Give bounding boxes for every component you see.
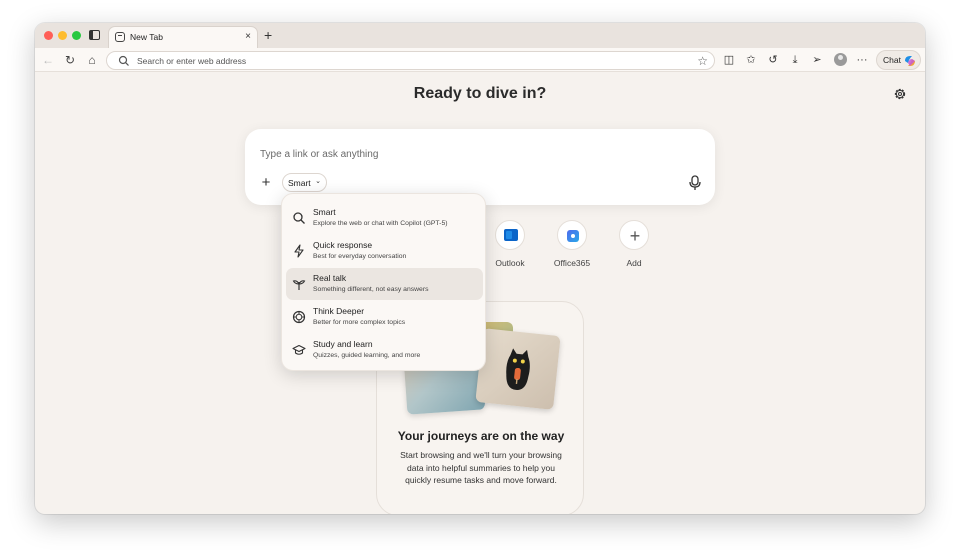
prompt-input[interactable]: Type a link or ask anything xyxy=(260,149,378,160)
copilot-icon xyxy=(905,56,915,66)
graduation-cap-icon xyxy=(292,344,306,355)
title-bar: New Tab × + xyxy=(35,23,925,48)
settings-gear-icon[interactable] xyxy=(893,87,907,101)
mode-option-real-talk[interactable]: Real talk Something different, not easy … xyxy=(286,268,483,300)
tab-title: New Tab xyxy=(130,32,163,42)
mode-option-desc: Quizzes, guided learning, and more xyxy=(313,352,421,359)
tab-new-tab[interactable]: New Tab × xyxy=(108,26,258,48)
zoom-window-button[interactable] xyxy=(72,31,81,40)
mode-select-button[interactable]: Smart ⌄ xyxy=(282,173,327,192)
browser-window: New Tab × + ← ↻ ⌂ Search or enter web ad… xyxy=(35,23,925,514)
microphone-icon[interactable] xyxy=(687,174,703,192)
journeys-title: Your journeys are on the way xyxy=(397,429,565,443)
shortcut-add-tile: + xyxy=(619,220,649,250)
mode-option-desc: Explore the web or chat with Copilot (GP… xyxy=(313,220,448,227)
back-icon[interactable]: ← xyxy=(40,52,56,68)
page-headline: Ready to dive in? xyxy=(413,85,547,102)
sidebar-toggle-icon[interactable] xyxy=(89,30,100,40)
mode-option-title: Smart xyxy=(313,207,336,217)
favorites-icon[interactable]: ✩ xyxy=(744,52,758,68)
tab-close-button[interactable]: × xyxy=(245,31,251,43)
sprout-icon xyxy=(292,280,306,290)
mode-option-desc: Something different, not easy answers xyxy=(313,286,429,293)
shortcut-office365-tile xyxy=(557,220,587,250)
mode-option-title: Study and learn xyxy=(313,339,373,349)
plus-icon: + xyxy=(629,226,641,246)
profile-avatar[interactable] xyxy=(834,53,847,66)
shortcut-label: Outlook xyxy=(495,258,525,268)
shortcut-outlook-tile xyxy=(495,220,525,250)
split-screen-icon[interactable]: ◫ xyxy=(722,52,736,68)
close-window-button[interactable] xyxy=(44,31,53,40)
chat-button[interactable]: Chat xyxy=(876,50,921,70)
mode-option-study-and-learn[interactable]: Study and learn Quizzes, guided learning… xyxy=(286,334,483,366)
history-icon[interactable]: ↺ xyxy=(766,52,780,68)
brain-icon xyxy=(292,310,306,324)
mode-option-desc: Better for more complex topics xyxy=(313,319,406,326)
shortcut-add[interactable]: + Add xyxy=(604,220,664,268)
mode-option-title: Quick response xyxy=(313,240,373,250)
new-tab-button[interactable]: + xyxy=(264,26,272,44)
new-tab-icon xyxy=(115,32,125,42)
shortcut-label: Add xyxy=(626,258,642,268)
shortcut-label: Office365 xyxy=(553,258,591,268)
search-icon xyxy=(293,212,305,224)
mode-option-think-deeper[interactable]: Think Deeper Better for more complex top… xyxy=(286,301,483,333)
mode-option-smart[interactable]: Smart Explore the web or chat with Copil… xyxy=(286,202,483,234)
browser-toolbar: ← ↻ ⌂ Search or enter web address ☆ ◫ ✩ … xyxy=(35,48,925,72)
mode-option-quick-response[interactable]: Quick response Best for everyday convers… xyxy=(286,235,483,267)
search-icon xyxy=(118,55,129,66)
minimize-window-button[interactable] xyxy=(58,31,67,40)
address-placeholder: Search or enter web address xyxy=(137,56,247,66)
mode-dropdown-menu: Smart Explore the web or chat with Copil… xyxy=(281,193,486,371)
share-icon[interactable]: ➢ xyxy=(810,52,824,68)
address-bar[interactable]: Search or enter web address ☆ xyxy=(106,51,715,70)
shortcut-office365[interactable]: Office365 xyxy=(542,220,602,268)
more-menu-icon[interactable]: ··· xyxy=(855,52,869,68)
office365-icon xyxy=(567,230,579,242)
mode-option-title: Think Deeper xyxy=(313,306,365,316)
downloads-icon[interactable]: ⤓ xyxy=(788,52,802,68)
outlook-icon xyxy=(504,229,518,241)
cat-illustration-icon xyxy=(506,348,530,390)
chat-button-label: Chat xyxy=(883,55,901,65)
mode-select-label: Smart xyxy=(288,178,311,188)
chevron-down-icon: ⌄ xyxy=(315,178,321,185)
mode-option-desc: Best for everyday conversation xyxy=(313,253,407,260)
home-icon[interactable]: ⌂ xyxy=(84,52,100,68)
journey-photo-right xyxy=(475,328,561,410)
mode-option-title: Real talk xyxy=(313,273,347,283)
journeys-description: Start browsing and we'll turn your brows… xyxy=(400,450,562,485)
shortcut-outlook[interactable]: Outlook xyxy=(480,220,540,268)
lightning-icon xyxy=(294,244,304,258)
reload-icon[interactable]: ↻ xyxy=(62,52,78,68)
attach-plus-button[interactable]: + xyxy=(257,174,275,192)
favorite-star-icon[interactable]: ☆ xyxy=(697,54,708,68)
